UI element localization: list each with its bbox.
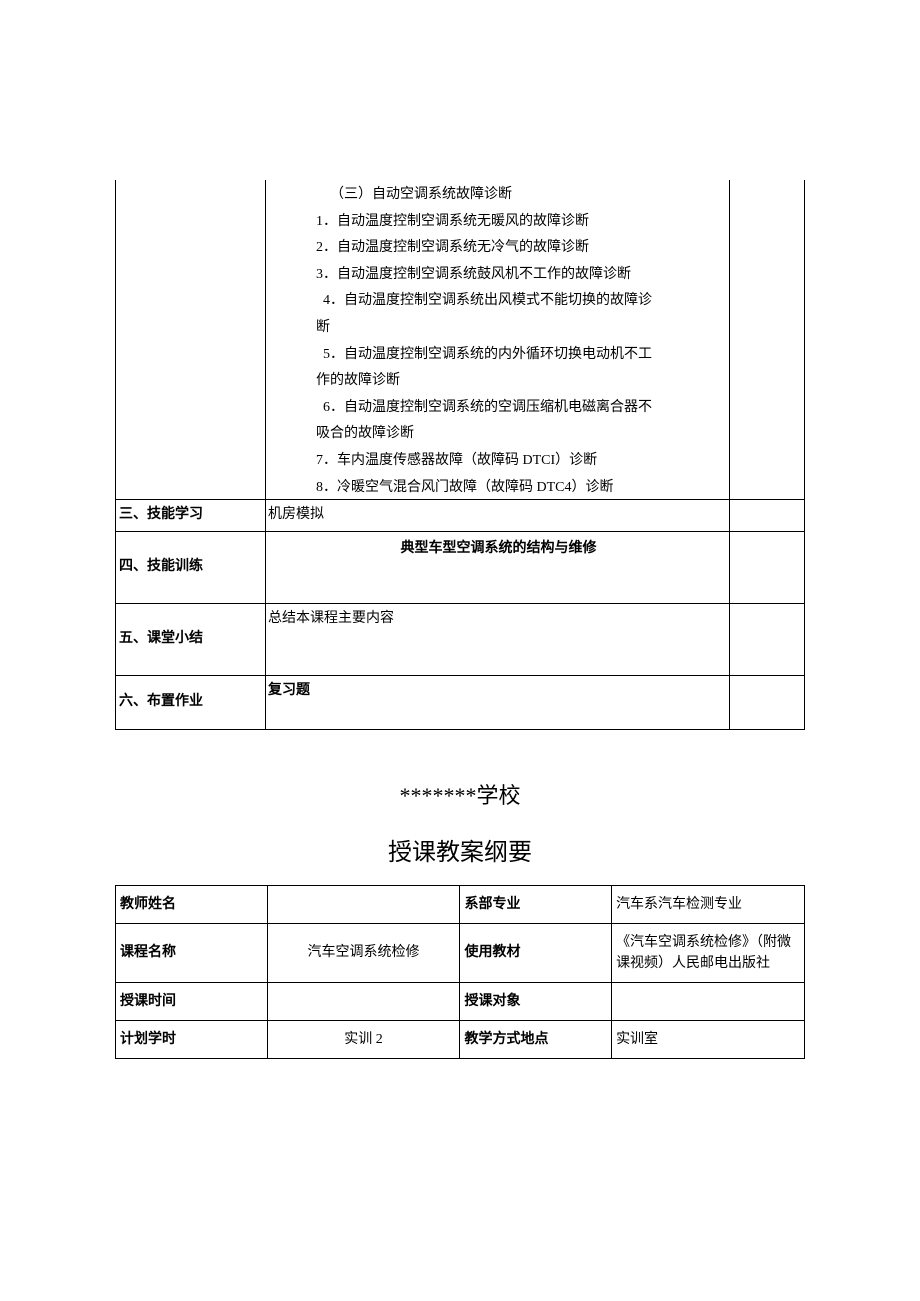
row-skill-train-note bbox=[730, 531, 805, 603]
row-summary-note bbox=[730, 603, 805, 675]
row-skill-learn-content: 机房模拟 bbox=[266, 500, 730, 532]
row-homework-content: 复习题 bbox=[266, 675, 730, 729]
teach-target-label: 授课对象 bbox=[460, 982, 612, 1020]
teach-time-value bbox=[267, 982, 460, 1020]
course-name-label: 课程名称 bbox=[116, 923, 268, 982]
diag-item-4: 4．自动温度控制空调系统出风模式不能切换的故障诊断 bbox=[268, 288, 729, 341]
doc-title: 授课教案纲要 bbox=[115, 832, 805, 867]
row-skill-learn-note bbox=[730, 500, 805, 532]
diag-item-5: 5．自动温度控制空调系统的内外循环切换电动机不工作的故障诊断 bbox=[268, 342, 729, 395]
row-skill-train-text: 典型车型空调系统的结构与维修 bbox=[268, 534, 729, 563]
teacher-name-label: 教师姓名 bbox=[116, 885, 268, 923]
textbook-label: 使用教材 bbox=[460, 923, 612, 982]
plan-hours-value: 实训 2 bbox=[267, 1020, 460, 1058]
row-skill-train-content: 典型车型空调系统的结构与维修 bbox=[266, 531, 730, 603]
diag-item-3: 3．自动温度控制空调系统鼓风机不工作的故障诊断 bbox=[268, 262, 729, 289]
diag-item-1: 1．自动温度控制空调系统无暖风的故障诊断 bbox=[268, 209, 729, 236]
teach-target-value bbox=[612, 982, 805, 1020]
outline-content-cell: （三）自动空调系统故障诊断 1．自动温度控制空调系统无暖风的故障诊断 2．自动温… bbox=[266, 180, 730, 500]
diag-item-2: 2．自动温度控制空调系统无冷气的故障诊断 bbox=[268, 235, 729, 262]
row-summary-label: 五、课堂小结 bbox=[116, 603, 266, 675]
plan-hours-label: 计划学时 bbox=[116, 1020, 268, 1058]
outline-prev-label-cell bbox=[116, 180, 266, 500]
row-homework-label: 六、布置作业 bbox=[116, 675, 266, 729]
row-skill-train-label: 四、技能训练 bbox=[116, 531, 266, 603]
teach-place-value: 实训室 bbox=[612, 1020, 805, 1058]
row-summary-content: 总结本课程主要内容 bbox=[266, 603, 730, 675]
diag-item-8: 8．冷暖空气混合风门故障（故障码 DTC4）诊断 bbox=[268, 475, 729, 497]
outline-note-cell bbox=[730, 180, 805, 500]
outline-table: （三）自动空调系统故障诊断 1．自动温度控制空调系统无暖风的故障诊断 2．自动温… bbox=[115, 180, 805, 730]
textbook-value: 《汽车空调系统检修》（附微课视频）人民邮电出版社 bbox=[612, 923, 805, 982]
dept-major-value: 汽车系汽车检测专业 bbox=[612, 885, 805, 923]
diag-item-6: 6．自动温度控制空调系统的空调压缩机电磁离合器不吸合的故障诊断 bbox=[268, 395, 729, 448]
course-name-value: 汽车空调系统检修 bbox=[267, 923, 460, 982]
row-homework-text: 复习题 bbox=[268, 683, 310, 698]
teach-time-label: 授课时间 bbox=[116, 982, 268, 1020]
row-skill-learn-label: 三、技能学习 bbox=[116, 500, 266, 532]
teacher-name-value bbox=[267, 885, 460, 923]
row-homework-note bbox=[730, 675, 805, 729]
teach-place-label: 教学方式地点 bbox=[460, 1020, 612, 1058]
section-heading: （三）自动空调系统故障诊断 bbox=[268, 182, 729, 209]
dept-major-label: 系部专业 bbox=[460, 885, 612, 923]
school-name: *******学校 bbox=[115, 778, 805, 810]
diag-item-7: 7．车内温度传感器故障（故障码 DTCI）诊断 bbox=[268, 448, 729, 475]
info-table: 教师姓名 系部专业 汽车系汽车检测专业 课程名称 汽车空调系统检修 使用教材 《… bbox=[115, 885, 805, 1059]
